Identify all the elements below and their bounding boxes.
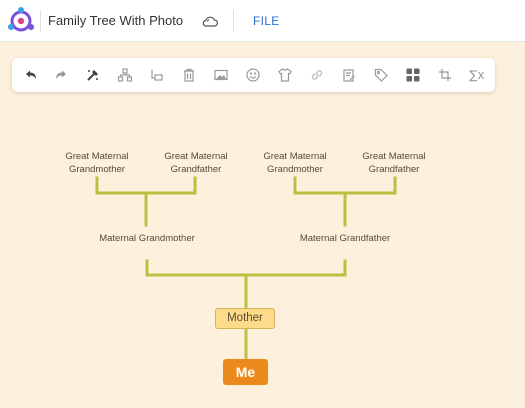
sub-topic-icon[interactable]	[149, 67, 165, 83]
divider	[40, 10, 41, 32]
node-mother[interactable]: Mother	[215, 308, 275, 329]
note-icon[interactable]	[341, 67, 357, 83]
mind-map-canvas[interactable]: Great Maternal Grandmother Great Materna…	[0, 93, 525, 408]
formula-icon[interactable]: ∑x	[469, 67, 485, 83]
boundary-icon[interactable]	[437, 67, 453, 83]
node-maternal-grandfather[interactable]: Maternal Grandfather	[295, 232, 395, 245]
emoji-icon[interactable]	[245, 67, 261, 83]
connector-line	[145, 259, 347, 277]
layout-icon[interactable]	[405, 67, 421, 83]
node-great-maternal-grandfather-1[interactable]: Great Maternal Grandfather	[146, 150, 246, 176]
divider	[233, 10, 234, 32]
undo-icon[interactable]	[23, 67, 39, 83]
format-painter-icon[interactable]	[85, 67, 101, 83]
delete-icon[interactable]	[181, 67, 197, 83]
image-icon[interactable]	[213, 67, 229, 83]
edit-toolbar: ∑x	[12, 58, 495, 92]
document-title[interactable]: Family Tree With Photo	[48, 13, 183, 28]
link-icon[interactable]	[309, 67, 325, 83]
redo-icon[interactable]	[53, 67, 69, 83]
theme-icon[interactable]	[277, 67, 293, 83]
formula-glyph: ∑x	[469, 68, 485, 82]
cloud-sync-icon[interactable]	[201, 13, 219, 29]
app-logo-icon[interactable]	[6, 6, 36, 36]
node-me[interactable]: Me	[223, 359, 268, 385]
hierarchy-icon[interactable]	[117, 67, 133, 83]
node-great-maternal-grandmother-1[interactable]: Great Maternal Grandmother	[47, 150, 147, 176]
node-maternal-grandmother[interactable]: Maternal Grandmother	[97, 232, 197, 245]
node-great-maternal-grandmother-2[interactable]: Great Maternal Grandmother	[245, 150, 345, 176]
top-bar: Family Tree With Photo FILE	[0, 0, 525, 42]
connector-line	[95, 176, 197, 195]
node-great-maternal-grandfather-2[interactable]: Great Maternal Grandfather	[344, 150, 444, 176]
connector-line	[293, 176, 397, 195]
file-menu[interactable]: FILE	[253, 14, 280, 28]
tag-icon[interactable]	[373, 67, 389, 83]
